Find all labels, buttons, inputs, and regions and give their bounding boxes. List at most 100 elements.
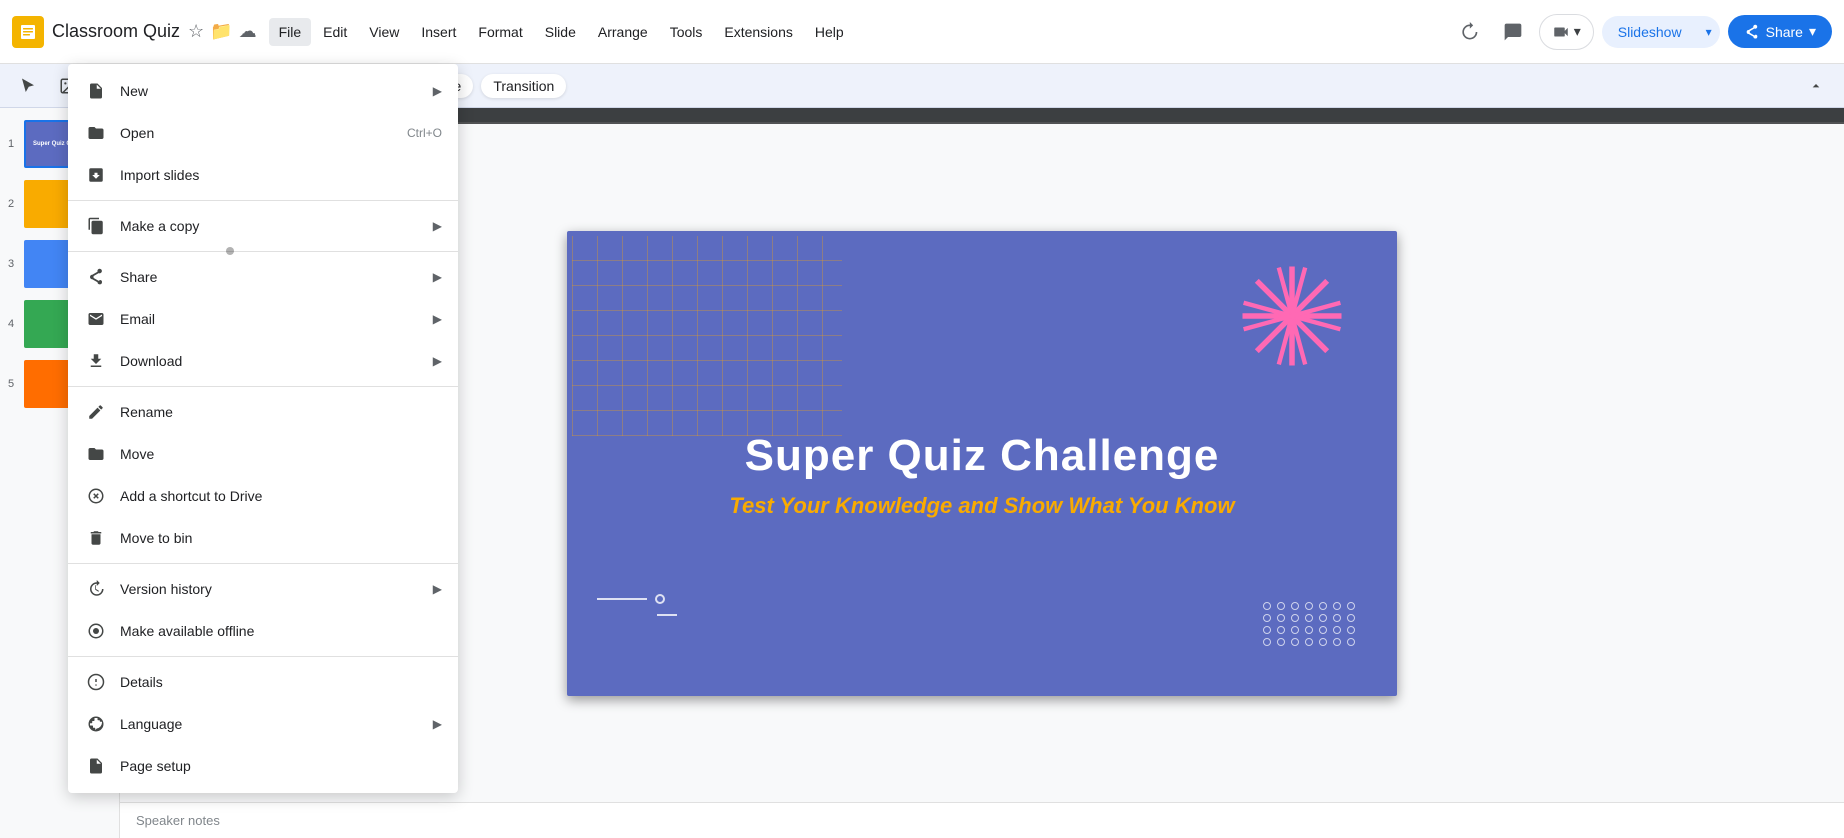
slide-grid-decoration xyxy=(572,236,842,436)
file-menu-dropdown: New ▶ Open Ctrl+O Import slides Make a c… xyxy=(68,64,458,793)
version-arrow: ▶ xyxy=(433,582,442,596)
menu-item-version[interactable]: Version history ▶ xyxy=(68,568,458,610)
slide-title: Super Quiz Challenge xyxy=(745,431,1220,481)
divider-4 xyxy=(68,563,458,564)
cloud-icon[interactable]: ☁ xyxy=(239,21,257,42)
divider-1 xyxy=(68,200,458,201)
dots-grid-decoration xyxy=(1263,602,1357,646)
star-icon[interactable]: ☆ xyxy=(188,21,204,42)
menu-format[interactable]: Format xyxy=(468,18,532,46)
slideshow-main-button[interactable]: Slideshow xyxy=(1602,16,1698,48)
new-arrow: ▶ xyxy=(433,84,442,98)
slideshow-button-group: Slideshow ▾ xyxy=(1602,16,1720,48)
download-arrow: ▶ xyxy=(433,354,442,368)
menu-item-move[interactable]: Move xyxy=(68,433,458,475)
menu-arrange[interactable]: Arrange xyxy=(588,18,658,46)
copy-icon xyxy=(84,214,108,238)
menu-tools[interactable]: Tools xyxy=(660,18,713,46)
menu-extensions[interactable]: Extensions xyxy=(714,18,802,46)
new-label: New xyxy=(120,83,433,99)
offline-icon xyxy=(84,619,108,643)
share-menu-arrow: ▶ xyxy=(433,270,442,284)
rename-icon xyxy=(84,400,108,424)
menu-item-new[interactable]: New ▶ xyxy=(68,70,458,112)
share-arrow[interactable]: ▾ xyxy=(1809,23,1816,40)
menu-bar: File Edit View Insert Format Slide Arran… xyxy=(269,18,1451,46)
menu-insert[interactable]: Insert xyxy=(411,18,466,46)
share-label: Share xyxy=(1766,24,1803,40)
transition-button[interactable]: Transition xyxy=(481,74,566,98)
version-icon xyxy=(84,577,108,601)
move-label: Move xyxy=(120,446,442,462)
import-icon xyxy=(84,163,108,187)
rename-label: Rename xyxy=(120,404,442,420)
version-label: Version history xyxy=(120,581,433,597)
share-menu-label: Share xyxy=(120,269,433,285)
email-label: Email xyxy=(120,311,433,327)
slideshow-dropdown-button[interactable]: ▾ xyxy=(1698,17,1720,47)
menu-item-rename[interactable]: Rename xyxy=(68,391,458,433)
top-right-actions: ▾ Slideshow ▾ Share ▾ xyxy=(1451,14,1832,50)
copy-label: Make a copy xyxy=(120,218,433,234)
bin-label: Move to bin xyxy=(120,530,442,546)
menu-view[interactable]: View xyxy=(359,18,409,46)
new-icon xyxy=(84,79,108,103)
language-arrow: ▶ xyxy=(433,717,442,731)
dash-element xyxy=(657,614,677,616)
slide-num-2: 2 xyxy=(8,198,24,210)
menu-item-bin[interactable]: Move to bin xyxy=(68,517,458,559)
download-icon xyxy=(84,349,108,373)
menu-item-shortcut[interactable]: Add a shortcut to Drive xyxy=(68,475,458,517)
app-icon xyxy=(12,16,44,48)
menu-item-open[interactable]: Open Ctrl+O xyxy=(68,112,458,154)
menu-item-language[interactable]: Language ▶ xyxy=(68,703,458,745)
menu-item-share[interactable]: Share ▶ xyxy=(68,256,458,298)
page-setup-label: Page setup xyxy=(120,758,442,774)
menu-item-offline[interactable]: Make available offline xyxy=(68,610,458,652)
menu-edit[interactable]: Edit xyxy=(313,18,357,46)
menu-file[interactable]: File xyxy=(269,18,312,46)
folder-icon[interactable]: 📁 xyxy=(210,21,232,42)
slide-subtitle: Test Your Knowledge and Show What You Kn… xyxy=(729,493,1234,519)
meet-button[interactable]: ▾ xyxy=(1539,14,1594,50)
shortcut-label: Add a shortcut to Drive xyxy=(120,488,442,504)
page-setup-icon xyxy=(84,754,108,778)
menu-item-email[interactable]: Email ▶ xyxy=(68,298,458,340)
title-icons: ☆ 📁 ☁ xyxy=(188,21,257,42)
comments-button[interactable] xyxy=(1495,14,1531,50)
divider-3 xyxy=(68,386,458,387)
bottom-line-element xyxy=(597,594,665,604)
share-menu-icon xyxy=(84,265,108,289)
toolbar-select-btn[interactable] xyxy=(12,70,44,102)
menu-slide[interactable]: Slide xyxy=(535,18,586,46)
notes-placeholder[interactable]: Speaker notes xyxy=(136,813,1828,828)
doc-title: Classroom Quiz xyxy=(52,21,180,42)
expand-panel-btn[interactable] xyxy=(1800,70,1832,102)
share-button[interactable]: Share ▾ xyxy=(1728,15,1832,48)
starburst-decoration xyxy=(1237,261,1347,371)
menu-item-import[interactable]: Import slides xyxy=(68,154,458,196)
slide-num-5: 5 xyxy=(8,378,24,390)
open-label: Open xyxy=(120,125,399,141)
version-history-button[interactable] xyxy=(1451,14,1487,50)
menu-item-details[interactable]: Details xyxy=(68,661,458,703)
language-label: Language xyxy=(120,716,433,732)
menu-item-make-copy[interactable]: Make a copy ▶ xyxy=(68,205,458,247)
slide-num-3: 3 xyxy=(8,258,24,270)
menu-item-page-setup[interactable]: Page setup xyxy=(68,745,458,787)
slide-num-4: 4 xyxy=(8,318,24,330)
language-icon xyxy=(84,712,108,736)
details-icon xyxy=(84,670,108,694)
move-icon xyxy=(84,442,108,466)
email-arrow: ▶ xyxy=(433,312,442,326)
menu-item-download[interactable]: Download ▶ xyxy=(68,340,458,382)
menu-help[interactable]: Help xyxy=(805,18,854,46)
divider-5 xyxy=(68,656,458,657)
dot xyxy=(1263,602,1271,610)
download-label: Download xyxy=(120,353,433,369)
divider-2 xyxy=(68,251,458,252)
copy-arrow: ▶ xyxy=(433,219,442,233)
slide-canvas: Super Quiz Challenge Test Your Knowledge… xyxy=(567,231,1397,696)
details-label: Details xyxy=(120,674,442,690)
open-icon xyxy=(84,121,108,145)
